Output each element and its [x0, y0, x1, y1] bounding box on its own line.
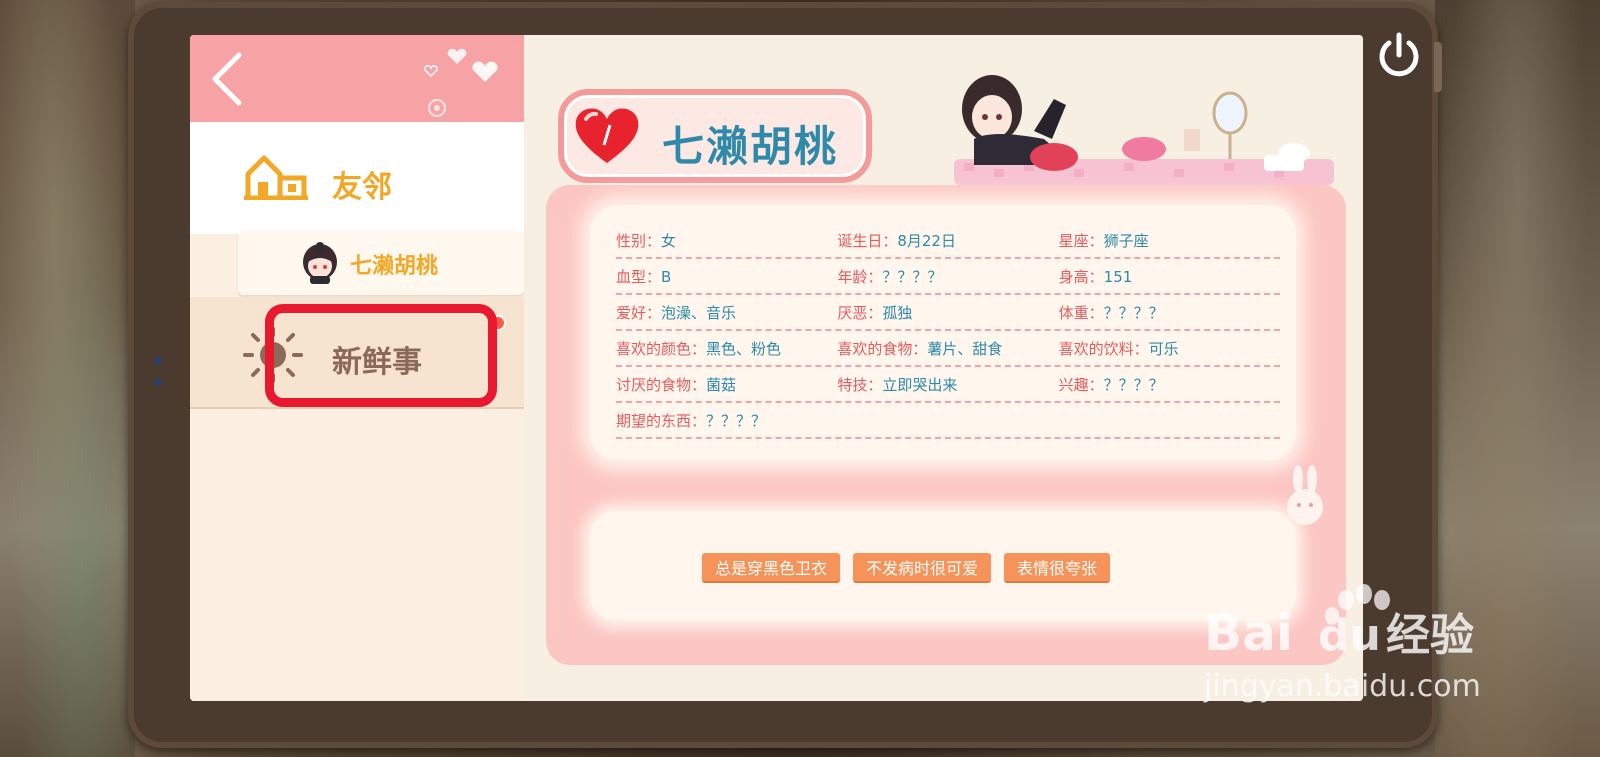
info-row: 血型：B 年龄：？？？？ 身高：151 [616, 259, 1280, 295]
character-illustration [934, 69, 1334, 189]
camera-dot [154, 357, 162, 365]
info-key: 性别： [616, 231, 662, 250]
info-value: 151 [1103, 267, 1133, 286]
info-cell: 血型：B [616, 266, 837, 287]
info-key: 爱好： [616, 303, 662, 322]
info-row: 爱好：泡澡、音乐 厌恶：孤独 体重：？？？？ [616, 295, 1280, 331]
info-key: 体重： [1058, 303, 1104, 322]
trait-tag: 总是穿黑色卫衣 [702, 553, 841, 583]
trait-tag: 表情很夸张 [1004, 553, 1111, 583]
highlight-annotation-box [265, 304, 497, 407]
info-key: 喜欢的食物： [837, 339, 928, 358]
info-card: 性别：女 诞生日：8月22日 星座：狮子座 血型：B 年龄：？？？？ 身高：151 爱好：泡… [590, 205, 1296, 461]
info-value: ？？？？ [706, 411, 767, 430]
tag-list: 总是穿黑色卫衣 不发病时很可爱 表情很夸张 [702, 553, 1111, 583]
info-key: 喜欢的颜色： [616, 339, 707, 358]
info-cell: 讨厌的食物：菌菇 [616, 374, 837, 395]
info-value: 泡澡、音乐 [661, 303, 737, 322]
info-cell: 诞生日：8月22日 [837, 230, 1058, 251]
info-value: 8月22日 [897, 231, 956, 250]
info-value: 薯片、甜食 [927, 339, 1003, 358]
info-cell: 星座：狮子座 [1059, 230, 1280, 251]
info-key: 身高： [1058, 267, 1104, 286]
character-name: 七濑胡桃 [662, 122, 839, 171]
power-button[interactable] [1372, 28, 1426, 82]
info-key: 诞生日： [837, 231, 898, 250]
info-cell: 期望的东西：？？？？ [616, 410, 841, 431]
info-key: 兴趣： [1058, 375, 1104, 394]
info-value: 可乐 [1148, 339, 1179, 358]
info-value: 菌菇 [706, 375, 737, 394]
info-row: 喜欢的颜色：黑色、粉色 喜欢的食物：薯片、甜食 喜欢的饮料：可乐 [616, 331, 1280, 367]
sensor-dot [154, 378, 162, 386]
watermark-brand-left: Bai [1204, 604, 1293, 662]
house-icon [244, 155, 308, 200]
info-cell: 性别：女 [616, 230, 837, 251]
info-value: 立即哭出来 [882, 375, 958, 394]
info-key: 年龄： [837, 267, 883, 286]
info-cell: 喜欢的饮料：可乐 [1059, 338, 1280, 359]
info-value: 孤独 [882, 303, 913, 322]
info-cell: 喜欢的颜色：黑色、粉色 [616, 338, 837, 359]
info-key: 期望的东西： [616, 411, 707, 430]
heart-decoration-icon [424, 48, 498, 117]
nav-character-label: 七濑胡桃 [350, 254, 439, 279]
info-cell: 爱好：泡澡、音乐 [616, 302, 837, 323]
name-plate: 七濑胡桃 [558, 89, 872, 183]
watermark-du: du [1318, 610, 1381, 661]
background-left [0, 0, 135, 757]
info-cell: 特技：立即哭出来 [837, 374, 1058, 395]
nav-character-item[interactable]: 七濑胡桃 [238, 231, 524, 295]
info-row: 期望的东西：？？？？ [616, 403, 1280, 439]
info-cell: 年龄：？？？？ [837, 266, 1058, 287]
info-value: B [661, 267, 672, 286]
info-cell: 身高：151 [1059, 266, 1280, 287]
bunny-decoration-icon [1287, 465, 1323, 525]
info-value: ？？？？ [882, 267, 943, 286]
info-value: 黑色、粉色 [706, 339, 782, 358]
info-key: 喜欢的饮料： [1058, 339, 1149, 358]
info-key: 血型： [616, 267, 662, 286]
nav-friends-label: 友邻 [332, 170, 392, 205]
baidu-watermark: Bai du 经验 jingyan.baidu.com [1203, 584, 1481, 704]
info-key: 星座： [1058, 231, 1104, 250]
avatar-icon [303, 242, 337, 284]
tags-card: 总是穿黑色卫衣 不发病时很可爱 表情很夸张 [590, 511, 1296, 621]
side-key [1434, 42, 1442, 92]
phone-screen: 友邻 七濑胡桃 新鲜事 七濑胡桃 性别：女 诞生日：8月22日 星座：狮子座 血… [190, 35, 1363, 701]
info-cell: 兴趣：？？？？ [1059, 374, 1280, 395]
info-row: 讨厌的食物：菌菇 特技：立即哭出来 兴趣：？？？？ [616, 367, 1280, 403]
heart-icon [575, 108, 639, 163]
info-value: ？？？？ [1103, 375, 1164, 394]
info-cell: 体重：？？？？ [1059, 302, 1280, 323]
trait-tag: 不发病时很可爱 [853, 553, 992, 583]
nav-friends[interactable]: 友邻 [190, 122, 524, 234]
character-illustration-art [954, 75, 1334, 185]
sidebar: 友邻 七濑胡桃 新鲜事 [190, 35, 524, 701]
back-icon[interactable] [205, 49, 249, 109]
info-cell: 喜欢的食物：薯片、甜食 [837, 338, 1058, 359]
power-icon [1379, 32, 1419, 77]
watermark-url: jingyan.baidu.com [1203, 669, 1481, 704]
info-grid: 性别：女 诞生日：8月22日 星座：狮子座 血型：B 年龄：？？？？ 身高：151 爱好：泡… [616, 223, 1280, 439]
info-cell: 厌恶：孤独 [837, 302, 1058, 323]
info-key: 讨厌的食物： [616, 375, 707, 394]
watermark-brand-right: 经验 [1386, 610, 1474, 661]
info-value: 狮子座 [1103, 231, 1149, 250]
info-value: 女 [661, 231, 677, 250]
info-row: 性别：女 诞生日：8月22日 星座：狮子座 [616, 223, 1280, 259]
sidebar-header [190, 35, 524, 122]
info-key: 特技： [837, 375, 883, 394]
info-key: 厌恶： [837, 303, 883, 322]
info-value: ？？？？ [1103, 303, 1164, 322]
